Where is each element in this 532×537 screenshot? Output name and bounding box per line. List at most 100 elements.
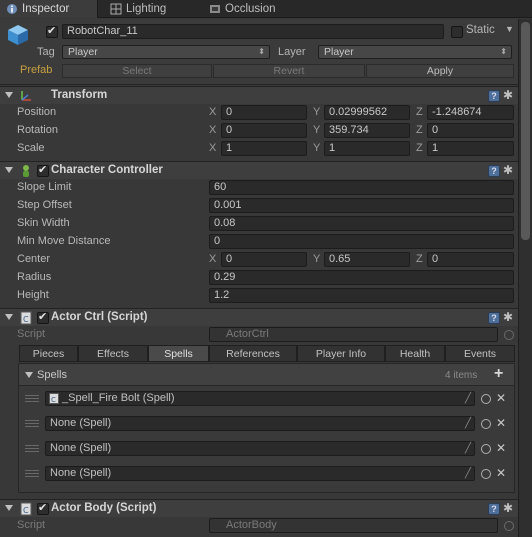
slope-limit-field[interactable]: 60 <box>209 180 514 195</box>
actor-body-script-label: Script <box>17 519 46 531</box>
gear-icon[interactable]: ✱ <box>503 89 515 101</box>
drag-handle-icon[interactable] <box>25 395 39 402</box>
subtab-pieces[interactable]: Pieces <box>19 345 78 362</box>
add-item-icon[interactable]: + <box>494 365 503 383</box>
foldout-arrow-icon[interactable] <box>5 167 13 173</box>
layer-dropdown[interactable]: Player ⬍ <box>318 45 512 59</box>
drag-handle-icon[interactable] <box>25 445 39 452</box>
spell-value: None (Spell) <box>50 442 112 454</box>
vertical-scrollbar[interactable] <box>518 19 532 537</box>
axis-z-label: Z <box>416 106 423 118</box>
help-icon[interactable]: ? <box>488 165 500 177</box>
step-offset-field[interactable]: 0.001 <box>209 198 514 213</box>
min-move-distance-label: Min Move Distance <box>17 235 111 247</box>
rotation-x-field[interactable]: 0 <box>221 123 307 138</box>
subtab-effects[interactable]: Effects <box>78 345 148 362</box>
drag-handle-icon[interactable] <box>25 420 39 427</box>
min-move-distance-field[interactable]: 0 <box>209 234 514 249</box>
gameobject-name-field[interactable]: RobotChar_11 <box>62 24 444 39</box>
gear-icon[interactable]: ✱ <box>503 311 515 323</box>
axis-y-label: Y <box>313 253 321 265</box>
spells-list-header[interactable]: Spells 4 items + <box>19 364 514 386</box>
foldout-arrow-icon[interactable] <box>5 314 13 320</box>
script-icon: C <box>20 311 32 325</box>
spells-list: Spells 4 items + C _Spell_Fire Bolt (Spe… <box>18 363 515 493</box>
actor-ctrl-script-value: ActorCtrl <box>226 328 269 340</box>
spell-value: _Spell_Fire Bolt (Spell) <box>62 392 175 404</box>
height-field[interactable]: 1.2 <box>209 288 514 303</box>
remove-item-icon[interactable]: ✕ <box>496 391 506 405</box>
actor-ctrl-enabled-checkbox[interactable] <box>37 310 49 324</box>
center-z-field[interactable]: 0 <box>427 252 514 267</box>
foldout-arrow-icon[interactable] <box>5 92 13 98</box>
axis-y-label: Y <box>313 142 321 154</box>
skin-width-field[interactable]: 0.08 <box>209 216 514 231</box>
prefab-apply-button[interactable]: Apply <box>366 64 514 78</box>
subtab-spells[interactable]: Spells <box>148 345 209 362</box>
svg-text:C: C <box>23 315 29 324</box>
active-checkbox[interactable] <box>46 24 58 38</box>
drag-handle-icon[interactable] <box>25 470 39 477</box>
center-x-field[interactable]: 0 <box>221 252 307 267</box>
subtab-player-info[interactable]: Player Info <box>297 345 385 362</box>
spell-object-field[interactable]: None (Spell) ╱ <box>45 441 475 456</box>
foldout-arrow-icon[interactable] <box>5 505 13 511</box>
spell-object-field[interactable]: None (Spell) ╱ <box>45 416 475 431</box>
position-z-field[interactable]: -1.248674 <box>427 105 514 120</box>
radius-label: Radius <box>17 271 52 283</box>
tag-value: Player <box>68 46 98 58</box>
character-controller-title: Character Controller <box>51 164 163 176</box>
tag-label: Tag <box>37 46 55 58</box>
axis-x-label: X <box>209 124 217 136</box>
object-picker-icon[interactable] <box>481 444 491 454</box>
character-controller-enabled-checkbox[interactable] <box>37 163 49 177</box>
object-picker-icon[interactable] <box>481 469 491 479</box>
remove-item-icon[interactable]: ✕ <box>496 441 506 455</box>
help-icon[interactable]: ? <box>488 90 500 102</box>
remove-item-icon[interactable]: ✕ <box>496 466 506 480</box>
axis-y-label: Y <box>313 106 321 118</box>
tag-dropdown[interactable]: Player ⬍ <box>62 45 270 59</box>
radius-field[interactable]: 0.29 <box>209 270 514 285</box>
tab-inspector[interactable]: Inspector <box>0 0 98 18</box>
gear-icon[interactable]: ✱ <box>503 164 515 176</box>
spell-object-field[interactable]: C _Spell_Fire Bolt (Spell) ╱ <box>45 391 475 406</box>
static-dropdown-arrow-icon[interactable]: ▼ <box>505 24 514 34</box>
scale-z-field[interactable]: 1 <box>427 141 514 156</box>
help-icon[interactable]: ? <box>488 503 500 515</box>
scrollbar-thumb[interactable] <box>521 22 530 240</box>
position-y-field[interactable]: 0.02999562 <box>324 105 410 120</box>
tab-occlusion[interactable]: Occlusion <box>203 0 303 18</box>
subtab-events[interactable]: Events <box>445 345 515 362</box>
height-label: Height <box>17 289 49 301</box>
remove-item-icon[interactable]: ✕ <box>496 416 506 430</box>
position-x-field[interactable]: 0 <box>221 105 307 120</box>
center-label: Center <box>17 253 51 265</box>
list-item: None (Spell) ╱ ✕ <box>19 465 514 485</box>
tab-lighting[interactable]: Lighting <box>104 0 199 18</box>
scale-y-field[interactable]: 1 <box>324 141 410 156</box>
rotation-y-field[interactable]: 359.734 <box>324 123 410 138</box>
center-y-field[interactable]: 0.65 <box>324 252 410 267</box>
object-picker-icon[interactable] <box>481 419 491 429</box>
scale-x-field[interactable]: 1 <box>221 141 307 156</box>
spell-object-field[interactable]: None (Spell) ╱ <box>45 466 475 481</box>
static-checkbox[interactable] <box>451 26 463 38</box>
transform-header[interactable]: Transform ? ✱ <box>0 86 518 104</box>
prefab-revert-button[interactable]: Revert <box>213 64 365 78</box>
help-icon[interactable]: ? <box>488 312 500 324</box>
foldout-arrow-icon[interactable] <box>25 372 33 378</box>
actor-ctrl-script-label: Script <box>17 328 46 340</box>
prefab-select-button[interactable]: Select <box>62 64 212 78</box>
actor-body-enabled-checkbox[interactable] <box>37 501 49 515</box>
actor-body-header[interactable]: C Actor Body (Script) ? ✱ <box>0 499 518 517</box>
tab-inspector-label: Inspector <box>22 3 70 15</box>
subtab-references[interactable]: References <box>209 345 297 362</box>
gear-icon[interactable]: ✱ <box>503 502 515 514</box>
position-label: Position <box>17 106 57 118</box>
actor-ctrl-header[interactable]: C Actor Ctrl (Script) ? ✱ <box>0 308 518 326</box>
subtab-health[interactable]: Health <box>385 345 445 362</box>
object-picker-icon[interactable] <box>481 394 491 404</box>
rotation-z-field[interactable]: 0 <box>427 123 514 138</box>
character-controller-header[interactable]: Character Controller ? ✱ <box>0 161 518 179</box>
